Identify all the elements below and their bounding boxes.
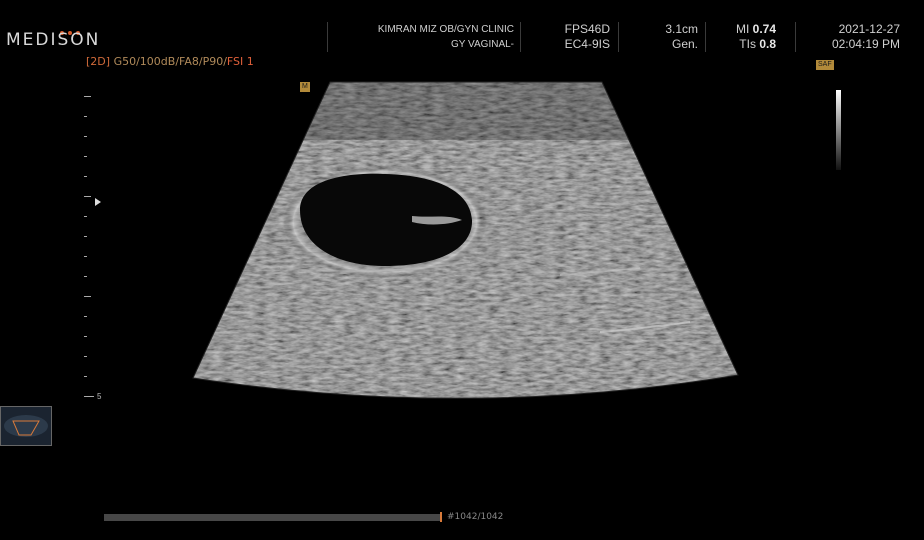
depth-tick [84,276,87,277]
saf-badge: SAF [816,60,834,70]
probe-info: FPS46D EC4-9IS [530,22,610,52]
mi-label: MI [735,22,750,36]
clinic-name: KIMRAN MIZ OB/GYN CLINIC [377,24,514,35]
depth-tick [84,116,87,117]
probe-orientation-icon [0,406,52,446]
clinic-info: KIMRAN MIZ OB/GYN CLINIC GY VAGINAL- [340,22,514,52]
depth-tick [84,376,87,377]
tis-label: TIs [739,37,756,51]
datetime: 2021-12-27 02:04:19 PM [800,22,900,52]
depth-tick [84,296,91,297]
brand-logo: MEDISON [6,30,101,50]
depth-tick [84,196,91,197]
depth-tick [84,96,91,97]
depth-tick [84,176,87,177]
divider [705,22,706,52]
exam-type: GY VAGINAL- [451,39,514,50]
mode-label: [2D] [86,55,111,68]
depth-tick [84,396,94,397]
cine-progress-bar[interactable] [104,514,442,521]
divider [520,22,521,52]
probe-model: EC4-9IS [564,37,610,51]
depth-end-label: 5 [97,392,102,401]
ultrasound-image [192,81,739,399]
depth-tick [84,316,87,317]
depth-scale [84,90,104,410]
mi-value: 0.74 [752,22,776,36]
time: 02:04:19 PM [831,37,900,51]
triangle-right-icon[interactable] [95,198,101,206]
depth-value: 3.1cm [665,22,698,36]
depth-tick [84,336,87,337]
preset-name: Gen. [671,37,698,51]
sector-badge: M [300,82,310,92]
depth-info: 3.1cm Gen. [630,22,698,52]
imaging-parameters: [2D] G50/100dB/FA8/P90/FSI 1 [86,55,254,68]
depth-tick [84,356,87,357]
settings-label: G50/100dB/FA8/P90/ [113,55,227,68]
depth-tick [84,256,87,257]
divider [618,22,619,52]
cine-position-handle[interactable] [440,512,442,522]
depth-tick [84,216,87,217]
depth-tick [84,236,87,237]
date: 2021-12-27 [838,22,900,36]
cine-frame-label: #1042/1042 [447,512,504,522]
depth-tick [84,156,87,157]
divider [327,22,328,52]
divider [795,22,796,52]
depth-tick [84,136,87,137]
safety-indices: MI 0.74 TIs 0.8 [712,22,776,52]
status-header: MEDISON KIMRAN MIZ OB/GYN CLINIC GY VAGI… [0,0,924,52]
fsi-label: FSI 1 [226,55,254,68]
grayscale-map-bar [836,90,841,170]
tis-value: 0.8 [759,37,776,51]
frame-rate: FPS46D [564,22,610,36]
